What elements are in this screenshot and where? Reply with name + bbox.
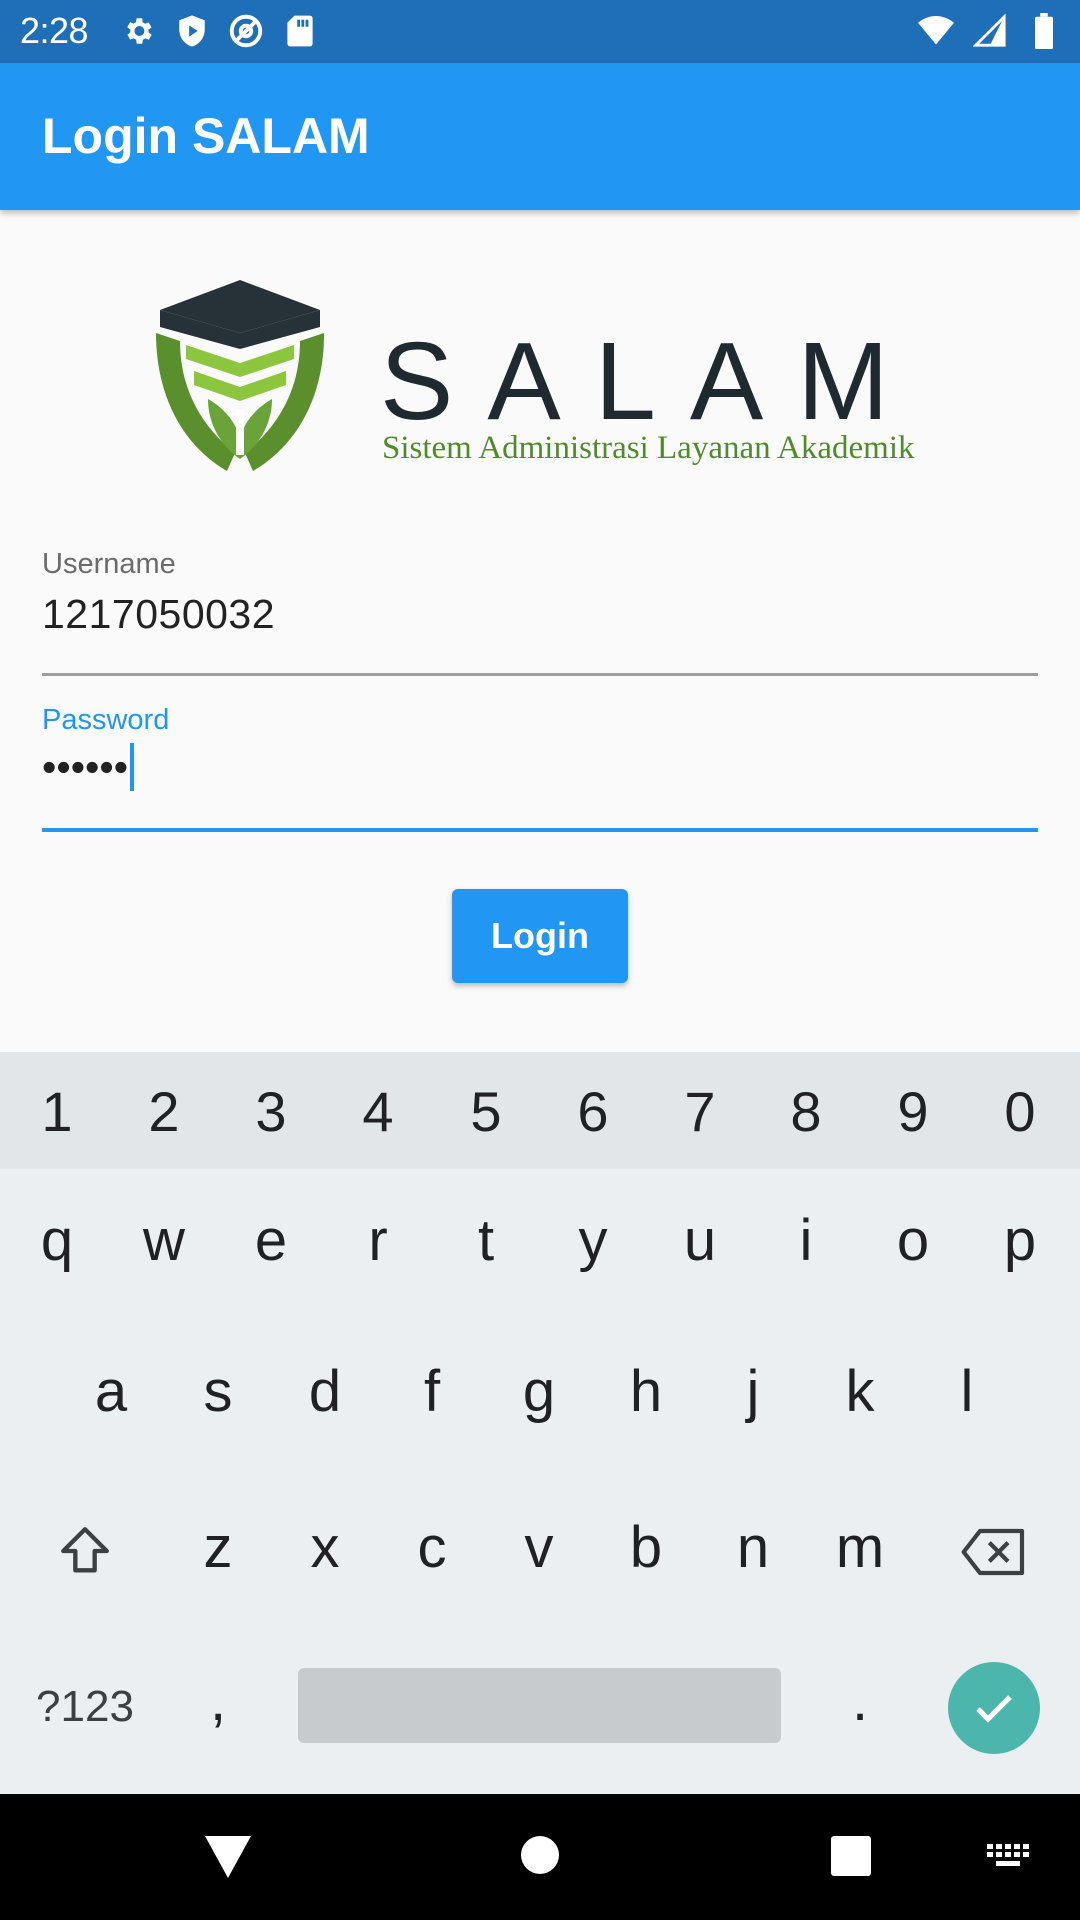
spacebar[interactable] (298, 1668, 781, 1743)
logo-tagline: Sistem Administrasi Layanan Akademik (382, 430, 915, 466)
at-sign-icon (228, 12, 264, 50)
key-w[interactable]: w (124, 1207, 204, 1274)
key-9[interactable]: 9 (873, 1079, 953, 1144)
key-r[interactable]: r (338, 1207, 418, 1274)
key-2[interactable]: 2 (124, 1079, 204, 1144)
page-title: Login SALAM (42, 108, 370, 164)
status-bar: 2:28 (0, 0, 1080, 63)
key-s[interactable]: s (178, 1358, 258, 1425)
key-i[interactable]: i (766, 1207, 846, 1274)
symbols-key[interactable]: ?123 (15, 1682, 155, 1732)
key-b[interactable]: b (606, 1514, 686, 1581)
key-x[interactable]: x (285, 1514, 365, 1581)
key-c[interactable]: c (392, 1514, 472, 1581)
shift-icon[interactable] (45, 1522, 125, 1594)
status-icons-left (120, 12, 318, 50)
key-v[interactable]: v (499, 1514, 579, 1581)
graduation-shield-icon (156, 280, 324, 471)
key-1[interactable]: 1 (17, 1079, 97, 1144)
back-icon[interactable] (205, 1836, 251, 1883)
salam-logo: SALAM Sistem Administrasi Layanan Akadem… (150, 275, 930, 475)
navigation-bar (0, 1794, 1080, 1920)
key-6[interactable]: 6 (553, 1079, 633, 1144)
key-n[interactable]: n (713, 1514, 793, 1581)
key-a[interactable]: a (71, 1358, 151, 1425)
key-t[interactable]: t (446, 1207, 526, 1274)
wifi-icon (918, 12, 954, 50)
key-comma[interactable]: , (178, 1667, 258, 1734)
shield-play-icon (174, 12, 210, 50)
recents-icon[interactable] (831, 1836, 871, 1881)
password-underline (42, 828, 1038, 832)
username-input[interactable]: 1217050032 (42, 591, 1038, 638)
text-cursor (130, 743, 135, 791)
key-8[interactable]: 8 (766, 1079, 846, 1144)
key-h[interactable]: h (606, 1358, 686, 1425)
key-f[interactable]: f (392, 1358, 472, 1425)
key-p[interactable]: p (980, 1207, 1060, 1274)
key-3[interactable]: 3 (231, 1079, 311, 1144)
key-o[interactable]: o (873, 1207, 953, 1274)
key-u[interactable]: u (660, 1207, 740, 1274)
home-icon[interactable] (519, 1834, 561, 1881)
battery-icon (1026, 12, 1062, 50)
password-input[interactable]: •••••• (42, 743, 1038, 791)
key-y[interactable]: y (553, 1207, 633, 1274)
soft-keyboard: 1 2 3 4 5 6 7 8 9 0 q w e r t y u i o p … (0, 1052, 1080, 1794)
key-g[interactable]: g (499, 1358, 579, 1425)
check-icon (976, 1695, 1012, 1723)
username-label: Username (42, 548, 176, 580)
key-0[interactable]: 0 (980, 1079, 1060, 1144)
app-bar: Login SALAM (0, 63, 1080, 210)
sd-card-icon (282, 12, 318, 50)
username-underline (42, 673, 1038, 676)
enter-key[interactable] (948, 1662, 1040, 1754)
key-7[interactable]: 7 (660, 1079, 740, 1144)
username-field[interactable]: Username 1217050032 (42, 548, 1038, 678)
key-e[interactable]: e (231, 1207, 311, 1274)
key-q[interactable]: q (17, 1207, 97, 1274)
key-j[interactable]: j (713, 1358, 793, 1425)
key-m[interactable]: m (820, 1514, 900, 1581)
key-l[interactable]: l (927, 1358, 1007, 1425)
logo-wordmark: SALAM (380, 320, 923, 443)
backspace-icon[interactable] (954, 1524, 1034, 1594)
key-period[interactable]: . (820, 1667, 900, 1734)
key-d[interactable]: d (285, 1358, 365, 1425)
password-field[interactable]: Password •••••• (42, 704, 1038, 834)
number-row: 1 2 3 4 5 6 7 8 9 0 (0, 1052, 1080, 1169)
password-dots: •••••• (42, 743, 129, 790)
status-icons-right (918, 12, 1062, 50)
status-time: 2:28 (20, 10, 89, 51)
keyboard-switch-icon[interactable] (987, 1844, 1031, 1875)
key-k[interactable]: k (820, 1358, 900, 1425)
key-5[interactable]: 5 (446, 1079, 526, 1144)
login-button[interactable]: Login (452, 889, 628, 983)
key-z[interactable]: z (178, 1514, 258, 1581)
gear-icon (120, 12, 156, 50)
password-label: Password (42, 704, 170, 736)
signal-icon (972, 12, 1008, 50)
key-4[interactable]: 4 (338, 1079, 418, 1144)
